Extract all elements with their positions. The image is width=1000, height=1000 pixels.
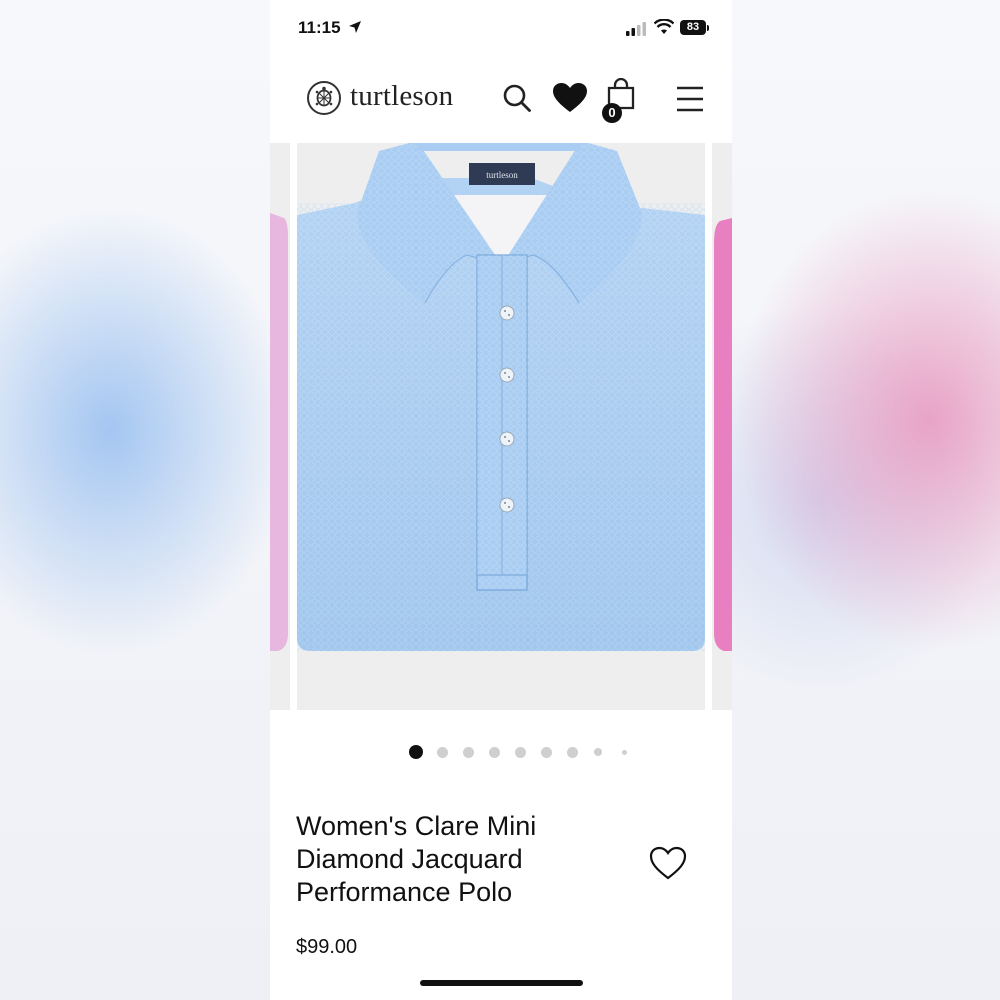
battery-indicator: 83: [680, 20, 706, 35]
home-indicator[interactable]: [420, 980, 583, 986]
hamburger-menu-icon[interactable]: [676, 86, 704, 112]
brand-logo[interactable]: turtleson: [350, 80, 453, 113]
garment-label-text: turtleson: [486, 170, 518, 180]
pagination-dot[interactable]: [540, 746, 552, 758]
previous-slide-peek[interactable]: [270, 143, 290, 710]
next-slide-peek[interactable]: [712, 143, 732, 710]
blue-polo-image: turtleson: [297, 141, 705, 651]
status-time: 11:15: [298, 18, 341, 37]
phone-screen: 11:15 83 turtleson 0 turtleson Women's C…: [270, 0, 732, 1000]
turtle-logo-icon[interactable]: [307, 81, 341, 115]
pagination-dot[interactable]: [594, 748, 602, 756]
pagination-dot[interactable]: [566, 746, 578, 758]
product-image-main[interactable]: turtleson: [297, 141, 705, 710]
status-bar: 11:15 83: [270, 0, 732, 60]
pink-polo-image: [714, 218, 732, 651]
product-image-carousel[interactable]: turtleson: [270, 141, 732, 710]
cellular-signal-icon: [626, 22, 646, 36]
pagination-dot[interactable]: [488, 746, 500, 758]
search-icon[interactable]: [502, 83, 532, 113]
site-header: turtleson 0: [270, 70, 732, 134]
pagination-dot-active[interactable]: [409, 745, 423, 759]
pagination-dot[interactable]: [436, 746, 448, 758]
pagination-dot[interactable]: [621, 749, 627, 755]
wifi-icon: [654, 19, 674, 34]
product-price: $99.00: [296, 936, 358, 958]
carousel-pagination: [270, 742, 732, 762]
product-title: Women's Clare Mini Diamond Jacquard Perf…: [296, 811, 537, 907]
pagination-dot[interactable]: [514, 746, 526, 758]
cart-count-badge[interactable]: 0: [602, 103, 622, 123]
location-arrow-icon: [349, 21, 361, 33]
battery-tip: [707, 25, 709, 31]
wishlist-heart-icon[interactable]: [553, 83, 587, 113]
add-to-wishlist-heart-icon[interactable]: [648, 845, 688, 881]
pagination-dot[interactable]: [462, 746, 474, 758]
lavender-polo-image: [270, 213, 288, 651]
turtle-shell-icon: [315, 86, 333, 107]
